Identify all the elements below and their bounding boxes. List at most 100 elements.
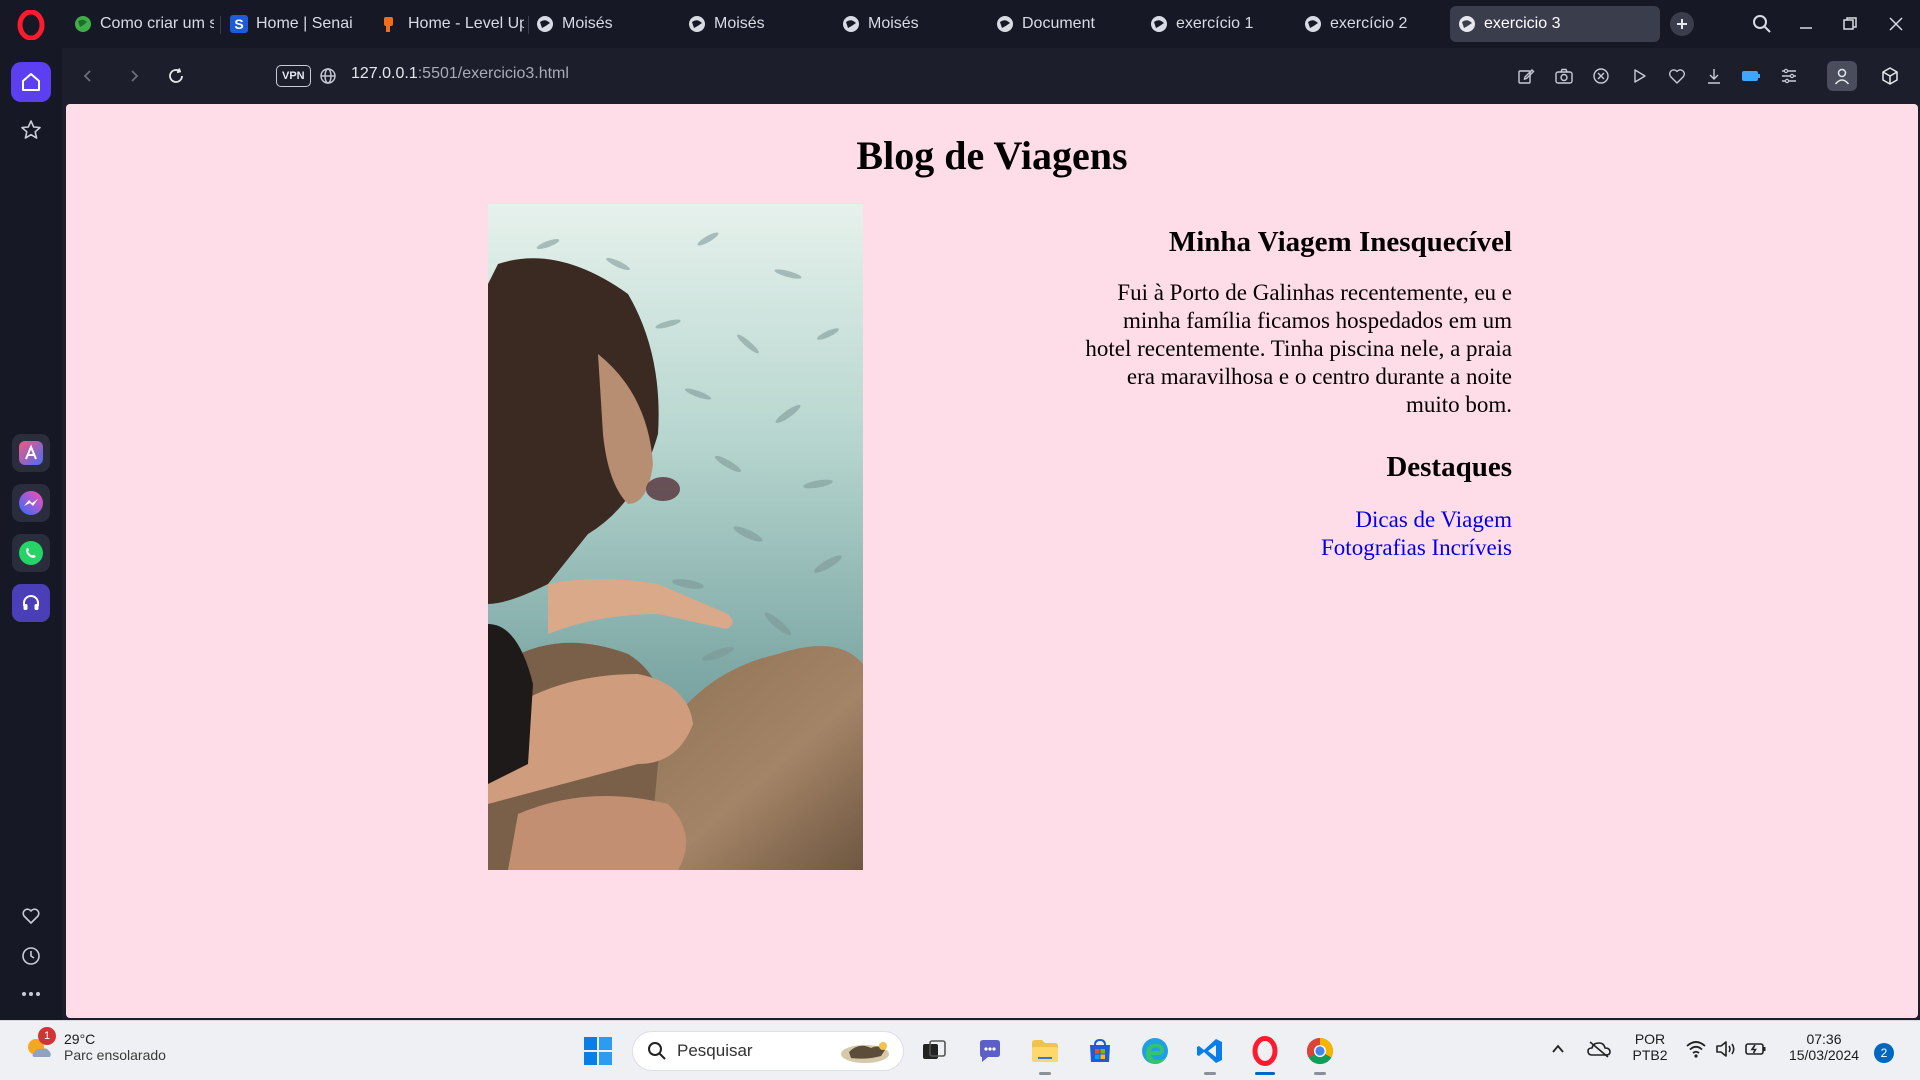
opera-sidebar [0, 48, 62, 1020]
start-button[interactable] [580, 1033, 616, 1069]
globe-icon [996, 15, 1014, 33]
sidebar-speed-dial-button[interactable] [11, 110, 51, 150]
link-amazing-photos[interactable]: Fotografias Incríveis [1066, 534, 1512, 562]
opera-taskbar-button[interactable] [1247, 1033, 1283, 1075]
sidebar-home-button[interactable] [11, 62, 51, 102]
opera-logo-icon[interactable] [16, 9, 46, 41]
show-hidden-icons-button[interactable] [1544, 1035, 1572, 1063]
tab-10-active[interactable]: exercicio 3 [1450, 6, 1660, 42]
snapshot-button[interactable] [1552, 64, 1576, 88]
taskbar-search[interactable]: Pesquisar [632, 1031, 904, 1071]
tab-3[interactable]: Home - Level Up! [374, 6, 524, 42]
vpn-badge[interactable]: VPN [276, 65, 311, 87]
sidebar-music-player-button[interactable] [12, 584, 50, 622]
chevron-left-icon [83, 70, 91, 82]
sidebar-bookmarks-button[interactable] [11, 896, 51, 936]
extensions-button[interactable] [1878, 64, 1902, 88]
tab-9[interactable]: exercício 2 [1296, 6, 1446, 42]
tab-7[interactable]: Document [988, 6, 1138, 42]
reload-icon [169, 68, 183, 83]
windows-logo-icon [584, 1037, 612, 1065]
edge-icon [1142, 1038, 1168, 1064]
new-tab-button[interactable] [1670, 12, 1694, 36]
edit-icon [1518, 69, 1535, 84]
tab-title: exercício 1 [1176, 15, 1254, 32]
article-section: Minha Viagem Inesquecível Fui à Porto de… [1066, 226, 1512, 562]
link-travel-tips[interactable]: Dicas de Viagem [1066, 506, 1512, 534]
tab-2[interactable]: S Home | Senai [222, 6, 372, 42]
opera-icon [1252, 1036, 1278, 1066]
tab-title: exercicio 3 [1484, 15, 1561, 32]
favorites-button[interactable] [1665, 64, 1689, 88]
tab-6[interactable]: Moisés [834, 6, 984, 42]
wifi-button[interactable] [1682, 1035, 1710, 1063]
battery-button[interactable] [1742, 1035, 1770, 1063]
sidebar-aria-button[interactable] [12, 434, 50, 472]
easy-setup-button[interactable] [1777, 64, 1801, 88]
input-language-indicator[interactable]: POR PTB2 [1630, 1031, 1670, 1063]
store-icon [1090, 1038, 1110, 1062]
article-body: Fui à Porto de Galinhas recentemente, eu… [1085, 280, 1512, 417]
vscode-button[interactable] [1192, 1033, 1228, 1075]
sidebar-whatsapp-button[interactable] [12, 534, 50, 572]
onedrive-button[interactable] [1584, 1035, 1614, 1063]
url-path: :5501/exercicio3.html [417, 65, 569, 82]
teams-chat-button[interactable] [972, 1033, 1008, 1069]
tab-title: Como criar um sli [100, 15, 214, 32]
minimize-button[interactable] [1792, 10, 1820, 38]
chrome-icon [1306, 1037, 1334, 1065]
battery-saver-button[interactable] [1739, 64, 1763, 88]
sidebar-history-button[interactable] [11, 936, 51, 976]
search-tabs-button[interactable] [1748, 10, 1776, 38]
clock-widget[interactable]: 07:36 15/03/2024 [1780, 1031, 1868, 1063]
chat-icon [980, 1040, 1000, 1062]
task-view-button[interactable] [916, 1033, 952, 1069]
site-info-button[interactable] [316, 64, 340, 88]
notification-count-badge[interactable]: 2 [1874, 1043, 1894, 1063]
running-indicator [1314, 1072, 1326, 1075]
player-button[interactable] [1627, 64, 1651, 88]
close-icon [1889, 17, 1903, 31]
tab-1[interactable]: Como criar um sli [66, 6, 214, 42]
volume-button[interactable] [1712, 1035, 1740, 1063]
vscode-icon [1197, 1039, 1222, 1063]
star-icon [21, 120, 41, 139]
profile-button[interactable] [1827, 61, 1857, 91]
forward-button[interactable] [122, 64, 146, 88]
globe-icon [1458, 15, 1476, 33]
tab-5[interactable]: Moisés [680, 6, 830, 42]
tab-title: Document [1022, 15, 1095, 32]
web-page-viewport: Blog de Viagens Minha Viagem Inesquecíve… [66, 104, 1918, 1018]
tab-4[interactable]: Moisés [528, 6, 678, 42]
aria-icon [19, 441, 43, 465]
green-globe-icon [74, 15, 92, 33]
microsoft-store-button[interactable] [1082, 1033, 1118, 1069]
weather-alert-badge: 1 [38, 1027, 56, 1045]
chrome-button[interactable] [1302, 1033, 1338, 1075]
globe-icon [842, 15, 860, 33]
sidebar-messenger-button[interactable] [12, 484, 50, 522]
restore-button[interactable] [1836, 10, 1864, 38]
back-button[interactable] [76, 64, 100, 88]
windows-taskbar: 1 29°C Parc ensolarado Pesquisar POR PTB… [0, 1020, 1920, 1080]
search-highlight-illustration-icon [841, 1042, 889, 1063]
reload-button[interactable] [164, 64, 188, 88]
tab-8[interactable]: exercício 1 [1142, 6, 1292, 42]
file-explorer-button[interactable] [1027, 1033, 1063, 1075]
travel-photo [488, 204, 863, 870]
address-field[interactable]: 127.0.0.1:5501/exercicio3.html [351, 65, 569, 83]
edge-button[interactable] [1137, 1033, 1173, 1069]
weather-sun-icon: 1 [22, 1027, 56, 1063]
sidebar-more-button[interactable] [11, 974, 51, 1014]
folder-icon [1032, 1040, 1058, 1062]
chevron-right-icon [131, 70, 139, 82]
downloads-button[interactable] [1702, 64, 1726, 88]
ad-blocker-button[interactable] [1589, 64, 1613, 88]
edit-button[interactable] [1514, 64, 1538, 88]
weather-widget[interactable]: 1 29°C Parc ensolarado [22, 1027, 166, 1063]
close-window-button[interactable] [1882, 10, 1910, 38]
plus-icon [1677, 19, 1687, 29]
task-view-icon [923, 1040, 946, 1059]
weather-condition: Parc ensolarado [64, 1047, 166, 1063]
cube-icon [1882, 67, 1898, 85]
